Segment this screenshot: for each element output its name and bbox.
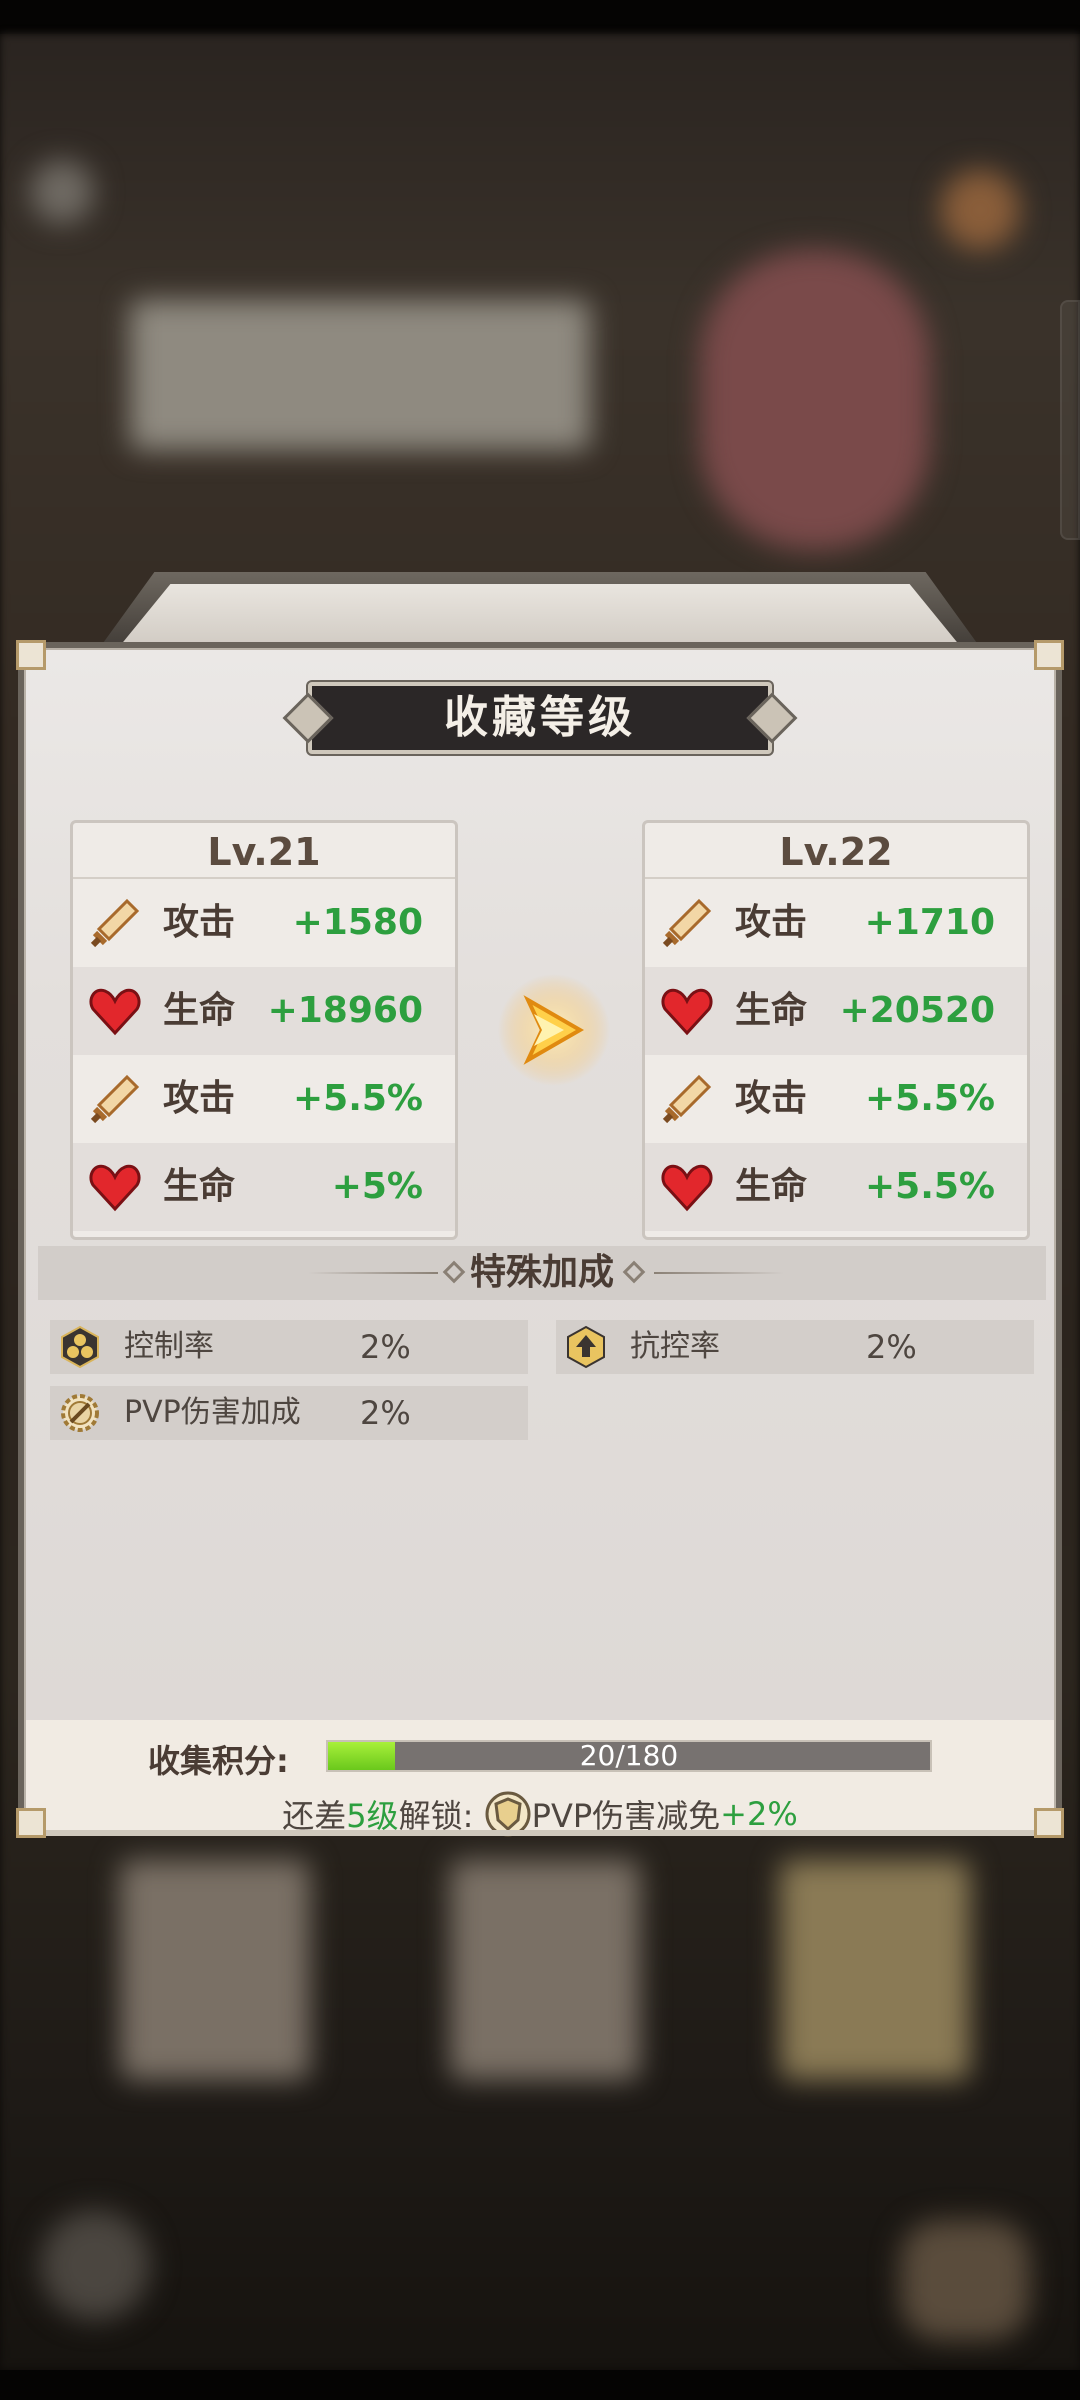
corner-ornament-icon: [16, 640, 46, 670]
stat-row: 攻击 +5.5%: [645, 1055, 1027, 1143]
background-bottom-button[interactable]: [40, 2210, 150, 2320]
bonus-row-control-resist: 抗控率 2%: [556, 1320, 1034, 1374]
bonus-value: 2%: [360, 1328, 411, 1366]
stat-row: 攻击 +1580: [73, 879, 455, 967]
stat-row: 攻击 +1710: [645, 879, 1027, 967]
stat-value: +1710: [864, 902, 995, 943]
background-bottom-icon[interactable]: [900, 2220, 1030, 2340]
special-bonus-title: 特殊加成: [469, 1252, 614, 1293]
bonus-value: 2%: [360, 1394, 411, 1432]
current-level-card: Lv.21 攻击 +1580 生命 +18960 攻击 +5.5% 生命 +5%: [70, 820, 458, 1240]
progress-text: 20/180: [579, 1739, 679, 1772]
stat-value: +18960: [267, 990, 423, 1031]
corner-ornament-icon: [1034, 640, 1064, 670]
stat-name: 生命: [735, 990, 808, 1031]
collection-level-dialog: Lv.21 攻击 +1580 生命 +18960 攻击 +5.5% 生命 +5%…: [16, 572, 1064, 1838]
stat-value: +5%: [331, 1166, 423, 1207]
background-character: [700, 250, 930, 550]
background-avatar: [940, 170, 1020, 250]
stat-row: 生命 +18960: [73, 967, 455, 1055]
background-item-card-2: [450, 1860, 640, 2080]
heart-icon: [89, 1164, 141, 1212]
collection-score-label: 收集积分:: [148, 1742, 289, 1780]
dialog-bottom-rim: [18, 1830, 1050, 1836]
stat-name: 攻击: [735, 1078, 808, 1119]
stat-name: 生命: [735, 1166, 808, 1207]
level-up-arrow-icon: [498, 974, 610, 1086]
side-handle[interactable]: [1060, 300, 1080, 540]
background-item-card-1: [120, 1860, 310, 2080]
background-notice-board: [130, 300, 590, 450]
status-bar: [0, 0, 1080, 34]
divider: [654, 1272, 784, 1274]
sword-icon: [662, 1074, 712, 1124]
stat-name: 生命: [163, 1166, 236, 1207]
dialog-title: 收藏等级: [444, 692, 636, 743]
bonus-name: PVP伤害加成: [124, 1395, 301, 1430]
heart-icon: [89, 988, 141, 1036]
bonus-row-control-rate: 控制率 2%: [50, 1320, 528, 1374]
hexagon-shield-icon: [567, 1325, 605, 1369]
dialog-frame: Lv.21 攻击 +1580 生命 +18960 攻击 +5.5% 生命 +5%…: [16, 640, 1064, 1838]
dialog-title-plate: 收藏等级: [282, 682, 798, 754]
stat-row: 生命 +20520: [645, 967, 1027, 1055]
stat-value: +1580: [292, 902, 423, 943]
stat-row: 攻击 +5.5%: [73, 1055, 455, 1143]
background-item-card-3: [780, 1860, 970, 2080]
dialog-body: Lv.21 攻击 +1580 生命 +18960 攻击 +5.5% 生命 +5%…: [24, 648, 1056, 1830]
stat-name: 攻击: [735, 902, 808, 943]
stat-value: +5.5%: [864, 1166, 995, 1207]
navigation-bar: [0, 2370, 1080, 2400]
bonus-value: 2%: [866, 1328, 917, 1366]
stat-value: +20520: [839, 990, 995, 1031]
gear-sword-icon: [61, 1394, 99, 1432]
bonus-name: 抗控率: [630, 1329, 720, 1364]
hexagon-cluster-icon: [61, 1325, 99, 1369]
bonus-row-pvp-damage: PVP伤害加成 2%: [50, 1386, 528, 1440]
stat-value: +5.5%: [292, 1078, 423, 1119]
sword-icon: [90, 1074, 140, 1124]
background-gear-button[interactable]: [30, 160, 94, 224]
stat-row: 生命 +5%: [73, 1143, 455, 1231]
heart-icon: [661, 988, 713, 1036]
sword-icon: [662, 898, 712, 948]
corner-ornament-icon: [1034, 1808, 1064, 1838]
corner-ornament-icon: [16, 1808, 46, 1838]
stat-name: 攻击: [163, 902, 236, 943]
next-level-label: Lv.22: [645, 823, 1027, 879]
bonus-name: 控制率: [124, 1329, 214, 1364]
next-level-card: Lv.22 攻击 +1710 生命 +20520 攻击 +5.5% 生命 +5.…: [642, 820, 1030, 1240]
unlock-reward-value: +2%: [720, 1795, 798, 1833]
current-level-label: Lv.21: [73, 823, 455, 879]
stat-value: +5.5%: [864, 1078, 995, 1119]
heart-icon: [661, 1164, 713, 1212]
special-bonus-header: 特殊加成: [38, 1246, 1046, 1300]
sword-icon: [90, 898, 140, 948]
collection-progress-bar: 20/180: [326, 1740, 932, 1772]
stat-name: 攻击: [163, 1078, 236, 1119]
stat-name: 生命: [163, 990, 236, 1031]
stat-row: 生命 +5.5%: [645, 1143, 1027, 1231]
